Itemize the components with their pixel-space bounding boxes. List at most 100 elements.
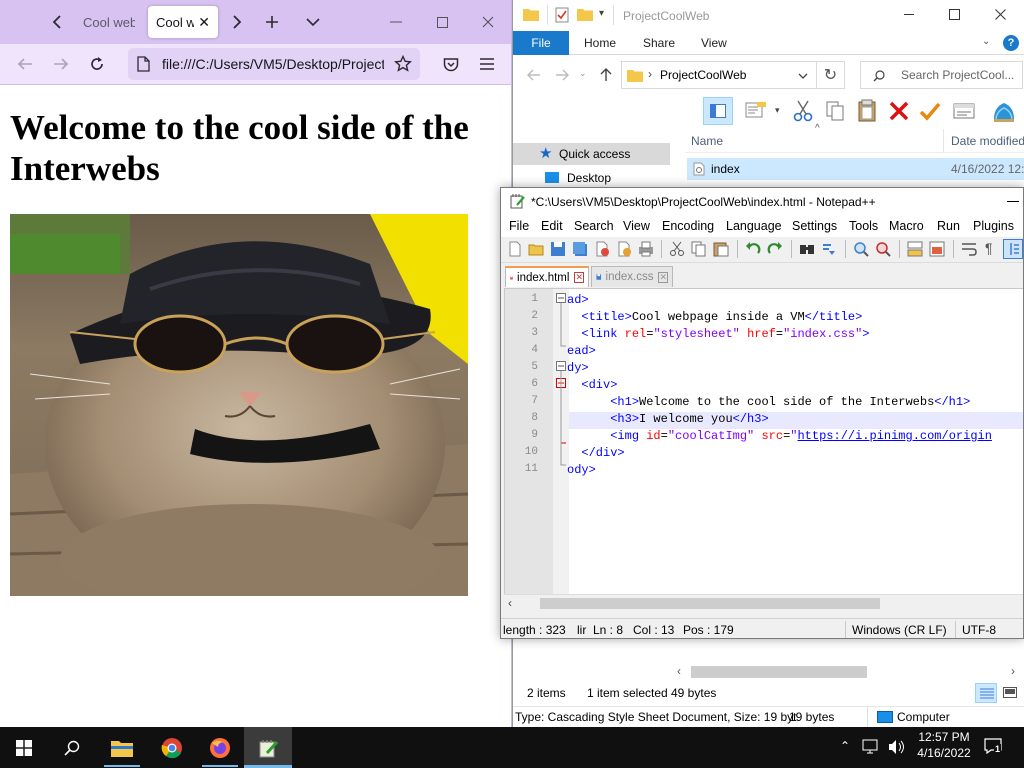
help-icon[interactable]: ? bbox=[1003, 35, 1019, 51]
paste-icon[interactable] bbox=[857, 99, 877, 123]
network-icon[interactable] bbox=[862, 739, 880, 755]
cut-icon[interactable] bbox=[669, 241, 685, 257]
notification-center-button[interactable]: 1 bbox=[984, 738, 1004, 756]
menu-encoding[interactable]: Encoding bbox=[662, 219, 714, 233]
menu-settings[interactable]: Settings bbox=[792, 219, 837, 233]
tab-scroll-right-button[interactable] bbox=[222, 7, 252, 37]
copy-icon[interactable] bbox=[691, 241, 707, 257]
maximize-button[interactable] bbox=[937, 5, 973, 25]
replace-icon[interactable] bbox=[821, 241, 837, 257]
sync-vertical-icon[interactable] bbox=[907, 241, 923, 257]
close-tab-icon[interactable]: ✕ bbox=[574, 272, 584, 283]
column-header-name[interactable]: Name bbox=[691, 134, 723, 148]
volume-icon[interactable] bbox=[888, 739, 906, 755]
open-file-icon[interactable] bbox=[528, 241, 544, 257]
tab-index-html[interactable]: index.html ✕ bbox=[505, 266, 589, 287]
ribbon-tab-file[interactable]: File bbox=[513, 31, 569, 55]
pocket-button[interactable] bbox=[436, 49, 466, 79]
menu-view[interactable]: View bbox=[623, 219, 650, 233]
nav-item-quick-access[interactable]: ★ Quick access bbox=[513, 143, 670, 165]
close-window-button[interactable] bbox=[983, 5, 1019, 25]
column-header-date[interactable]: Date modified bbox=[951, 134, 1024, 148]
column-divider[interactable] bbox=[943, 129, 944, 153]
ribbon-tab-share[interactable]: Share bbox=[643, 36, 675, 50]
editor-horizontal-scrollbar[interactable]: ‹ bbox=[504, 594, 1023, 612]
reload-button[interactable] bbox=[82, 49, 112, 79]
close-tab-icon[interactable]: ✕ bbox=[198, 14, 210, 31]
ribbon-tab-home[interactable]: Home bbox=[584, 36, 616, 50]
sync-horizontal-icon[interactable] bbox=[929, 241, 945, 257]
tab-cool-webpage-1[interactable]: Cool web bbox=[75, 6, 135, 38]
print-icon[interactable] bbox=[638, 241, 654, 257]
close-file-icon[interactable] bbox=[594, 241, 610, 257]
close-tab-icon[interactable]: ✕ bbox=[658, 271, 668, 283]
zoom-in-icon[interactable] bbox=[853, 241, 869, 257]
tab-scroll-left-button[interactable] bbox=[42, 7, 72, 37]
show-all-characters-icon[interactable]: ¶ bbox=[985, 240, 993, 256]
copy-icon[interactable] bbox=[825, 100, 845, 122]
arrow-left-icon[interactable] bbox=[527, 69, 541, 81]
bookmark-star-icon[interactable] bbox=[394, 55, 412, 73]
save-icon[interactable] bbox=[550, 241, 566, 257]
word-wrap-icon[interactable] bbox=[961, 241, 977, 257]
zoom-out-icon[interactable] bbox=[875, 241, 891, 257]
address-bar[interactable]: › ProjectCoolWeb bbox=[621, 61, 817, 89]
taskbar-file-explorer[interactable] bbox=[98, 727, 146, 768]
delete-icon[interactable] bbox=[889, 101, 909, 121]
npp-editor[interactable]: 1 2 3 4 5 6 7 8 9 10 11 ad> <title>Cool … bbox=[504, 288, 1023, 596]
minimize-icon[interactable] bbox=[1007, 201, 1019, 202]
url-text[interactable]: file:///C:/Users/VM5/Desktop/ProjectCool… bbox=[162, 56, 384, 72]
breadcrumb-current[interactable]: ProjectCoolWeb bbox=[660, 68, 746, 82]
taskbar-firefox[interactable] bbox=[196, 727, 244, 768]
open-with-icon[interactable] bbox=[991, 99, 1017, 125]
scroll-left-icon[interactable]: ‹ bbox=[677, 664, 681, 678]
breadcrumb-separator-icon[interactable]: › bbox=[648, 67, 652, 81]
file-list-horizontal-scrollbar[interactable]: ‹ › bbox=[673, 662, 1024, 682]
navigation-pane-button[interactable] bbox=[703, 97, 733, 125]
close-all-icon[interactable] bbox=[616, 241, 632, 257]
paste-icon[interactable] bbox=[713, 241, 729, 257]
preview-pane-icon[interactable] bbox=[745, 101, 767, 121]
scrollbar-thumb[interactable] bbox=[540, 598, 880, 609]
ribbon-tab-view[interactable]: View bbox=[701, 36, 727, 50]
customize-quick-access-icon[interactable]: ▾ bbox=[599, 8, 604, 19]
refresh-button[interactable]: ↻ bbox=[817, 61, 845, 89]
tab-index-css[interactable]: index.css ✕ bbox=[591, 266, 673, 287]
menu-search[interactable]: Search bbox=[574, 219, 614, 233]
scroll-right-icon[interactable]: › bbox=[1011, 664, 1015, 678]
list-all-tabs-button[interactable] bbox=[298, 7, 328, 37]
large-icons-view-button[interactable] bbox=[999, 683, 1021, 703]
arrow-up-icon[interactable] bbox=[600, 68, 612, 82]
tab-cool-webpage-active[interactable]: Cool we ✕ bbox=[148, 6, 218, 38]
show-hidden-icons[interactable]: ⌃ bbox=[840, 739, 850, 753]
code-link[interactable]: https://i.pinimg.com/origin bbox=[797, 429, 991, 443]
maximize-button[interactable] bbox=[427, 7, 457, 37]
undo-icon[interactable] bbox=[745, 241, 761, 257]
fold-markers[interactable] bbox=[556, 293, 566, 477]
back-button[interactable] bbox=[10, 49, 40, 79]
properties-icon[interactable] bbox=[555, 7, 569, 23]
new-folder-icon[interactable] bbox=[577, 7, 593, 21]
nav-item-desktop[interactable]: Desktop bbox=[513, 167, 673, 189]
find-icon[interactable] bbox=[799, 241, 815, 257]
menu-macro[interactable]: Macro bbox=[889, 219, 924, 233]
menu-plugins[interactable]: Plugins bbox=[973, 219, 1014, 233]
layout-dropdown-icon[interactable]: ▾ bbox=[775, 105, 780, 116]
start-button[interactable] bbox=[0, 727, 48, 768]
menu-edit[interactable]: Edit bbox=[541, 219, 563, 233]
app-menu-button[interactable] bbox=[472, 49, 502, 79]
rename-checkmark-icon[interactable] bbox=[919, 101, 941, 121]
close-window-button[interactable] bbox=[473, 7, 503, 37]
indent-guide-button[interactable] bbox=[1003, 239, 1023, 259]
scrollbar-thumb[interactable] bbox=[691, 666, 867, 678]
minimize-button[interactable] bbox=[891, 5, 927, 25]
url-bar[interactable]: file:///C:/Users/VM5/Desktop/ProjectCool… bbox=[128, 48, 420, 80]
menu-language[interactable]: Language bbox=[726, 219, 782, 233]
menu-tools[interactable]: Tools bbox=[849, 219, 878, 233]
taskbar-chrome[interactable] bbox=[148, 727, 196, 768]
arrow-right-icon[interactable] bbox=[555, 69, 569, 81]
details-view-button[interactable] bbox=[975, 683, 997, 703]
new-file-icon[interactable] bbox=[507, 241, 523, 257]
search-box[interactable]: Search ProjectCool... bbox=[860, 61, 1023, 89]
scroll-left-icon[interactable]: ‹ bbox=[508, 596, 512, 610]
